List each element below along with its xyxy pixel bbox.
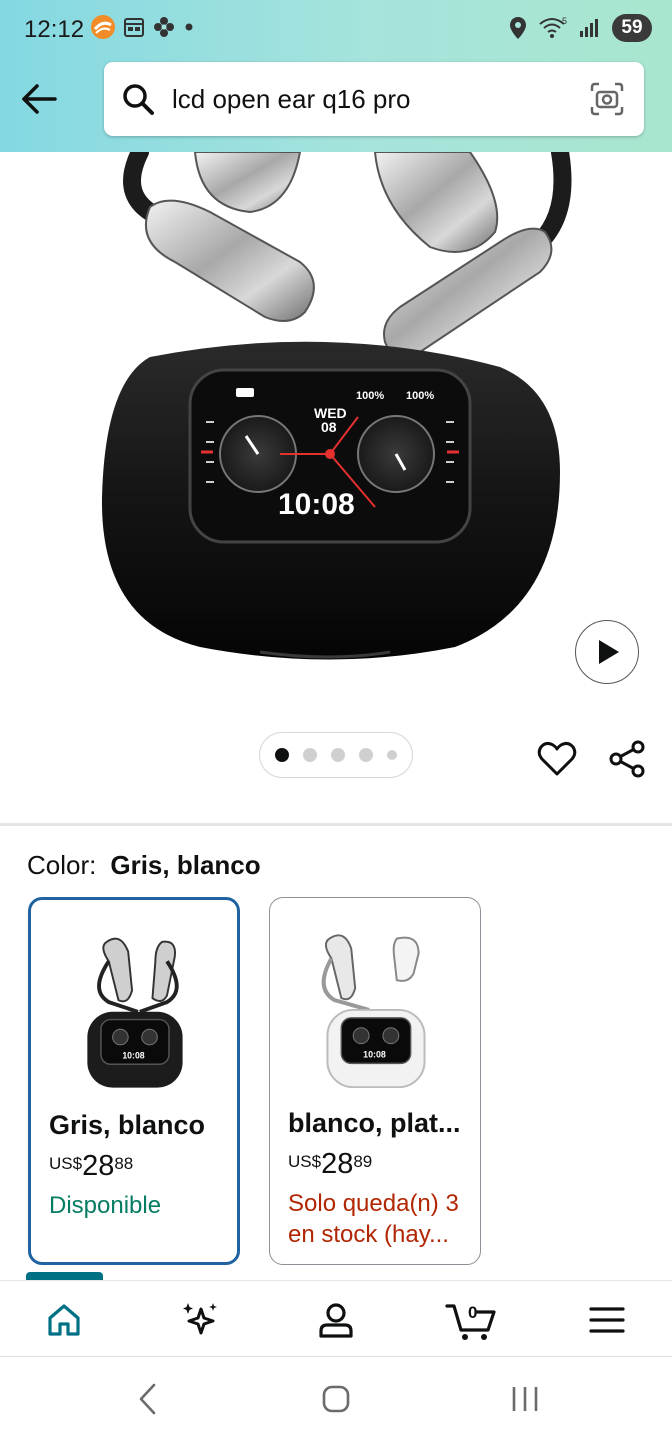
pinwheel-icon <box>154 17 174 37</box>
product-image[interactable]: 100% 100% WED 08 10:08 <box>0 152 672 712</box>
search-input[interactable]: lcd open ear q16 pro <box>104 62 644 136</box>
search-query[interactable]: lcd open ear q16 pro <box>172 84 411 115</box>
status-time: 12:12 <box>24 16 85 43</box>
home-circle-icon <box>322 1385 350 1413</box>
cart-icon: 0 <box>445 1303 496 1340</box>
svg-text:5: 5 <box>562 16 567 26</box>
color-variant-gris-blanco[interactable]: 10:08 Gris, blanco US$ 28 88 Disponible <box>28 897 240 1265</box>
play-icon <box>599 640 619 664</box>
nav-home[interactable] <box>39 1295 89 1345</box>
carousel-dot-1[interactable] <box>275 748 289 762</box>
image-carousel-indicator[interactable] <box>259 732 413 778</box>
system-home-button[interactable] <box>316 1379 356 1419</box>
calendar-icon <box>124 18 144 37</box>
heart-icon[interactable] <box>536 738 578 780</box>
variant-price: US$ 28 88 <box>49 1150 134 1182</box>
section-divider <box>0 823 672 826</box>
signal-icon <box>580 19 598 37</box>
app-notification-icon <box>91 15 115 39</box>
bottom-navigation: 0 <box>0 1280 672 1356</box>
screen-date: 08 <box>321 419 337 435</box>
carousel-dot-4[interactable] <box>359 748 373 762</box>
color-selection-header: Color: Gris, blanco <box>27 850 261 881</box>
nav-ai-assistant[interactable] <box>175 1295 225 1345</box>
share-icon[interactable] <box>606 738 648 780</box>
svg-text:10:08: 10:08 <box>363 1049 386 1059</box>
status-notification-icons <box>90 14 196 40</box>
back-icon <box>139 1383 156 1415</box>
carousel-dot-2[interactable] <box>303 748 317 762</box>
recents-icon <box>512 1387 538 1411</box>
selected-color: Gris, blanco <box>110 850 261 880</box>
location-icon <box>510 17 526 39</box>
battery-indicator: 59 <box>612 14 652 42</box>
variant-name: Gris, blanco <box>49 1110 206 1140</box>
color-label: Color: <box>27 850 97 880</box>
nav-account[interactable] <box>311 1295 361 1345</box>
nav-menu[interactable] <box>582 1295 632 1345</box>
wifi-icon: 5 <box>539 16 567 38</box>
sparkle-icon <box>183 1303 217 1335</box>
home-icon <box>48 1304 80 1336</box>
earbuds-illustration: 100% 100% WED 08 10:08 <box>101 152 572 660</box>
carousel-dot-5[interactable] <box>387 750 397 760</box>
camera-lens-icon[interactable] <box>588 80 626 118</box>
system-navigation-bar <box>0 1356 672 1440</box>
screen-time: 10:08 <box>278 488 355 521</box>
variant-name: blanco, plat... <box>288 1108 461 1138</box>
screen-battery-right: 100% <box>406 390 434 402</box>
nav-cart[interactable]: 0 <box>444 1295 498 1345</box>
svg-text:10:08: 10:08 <box>122 1050 144 1060</box>
app-header: 12:12 5 59 lcd open ear q16 pro <box>0 0 672 152</box>
variant-availability: Disponible <box>49 1192 162 1219</box>
variant-price: US$ 28 89 <box>288 1148 373 1180</box>
dot-icon <box>185 23 193 31</box>
status-bar: 12:12 5 59 <box>0 0 672 60</box>
menu-icon <box>589 1307 625 1333</box>
system-recents-button[interactable] <box>505 1379 545 1419</box>
account-icon <box>319 1303 353 1338</box>
screen-battery-left: 100% <box>356 390 384 402</box>
variant-thumbnail-black: 10:08 <box>87 937 183 1088</box>
status-system-icons: 5 59 <box>508 14 652 42</box>
play-video-button[interactable] <box>575 620 639 684</box>
active-tab-indicator <box>26 1272 103 1280</box>
variant-thumbnail-white: 10:08 <box>321 934 426 1088</box>
back-arrow-icon[interactable] <box>18 78 60 120</box>
carousel-dot-3[interactable] <box>331 748 345 762</box>
system-back-button[interactable] <box>128 1379 168 1419</box>
search-icon <box>123 84 154 115</box>
color-variant-blanco-plateado[interactable]: 10:08 blanco, plat... US$ 28 89 Solo que… <box>269 897 481 1265</box>
cart-count: 0 <box>468 1303 477 1322</box>
variant-availability: Solo queda(n) 3 en stock (hay... <box>288 1190 459 1248</box>
